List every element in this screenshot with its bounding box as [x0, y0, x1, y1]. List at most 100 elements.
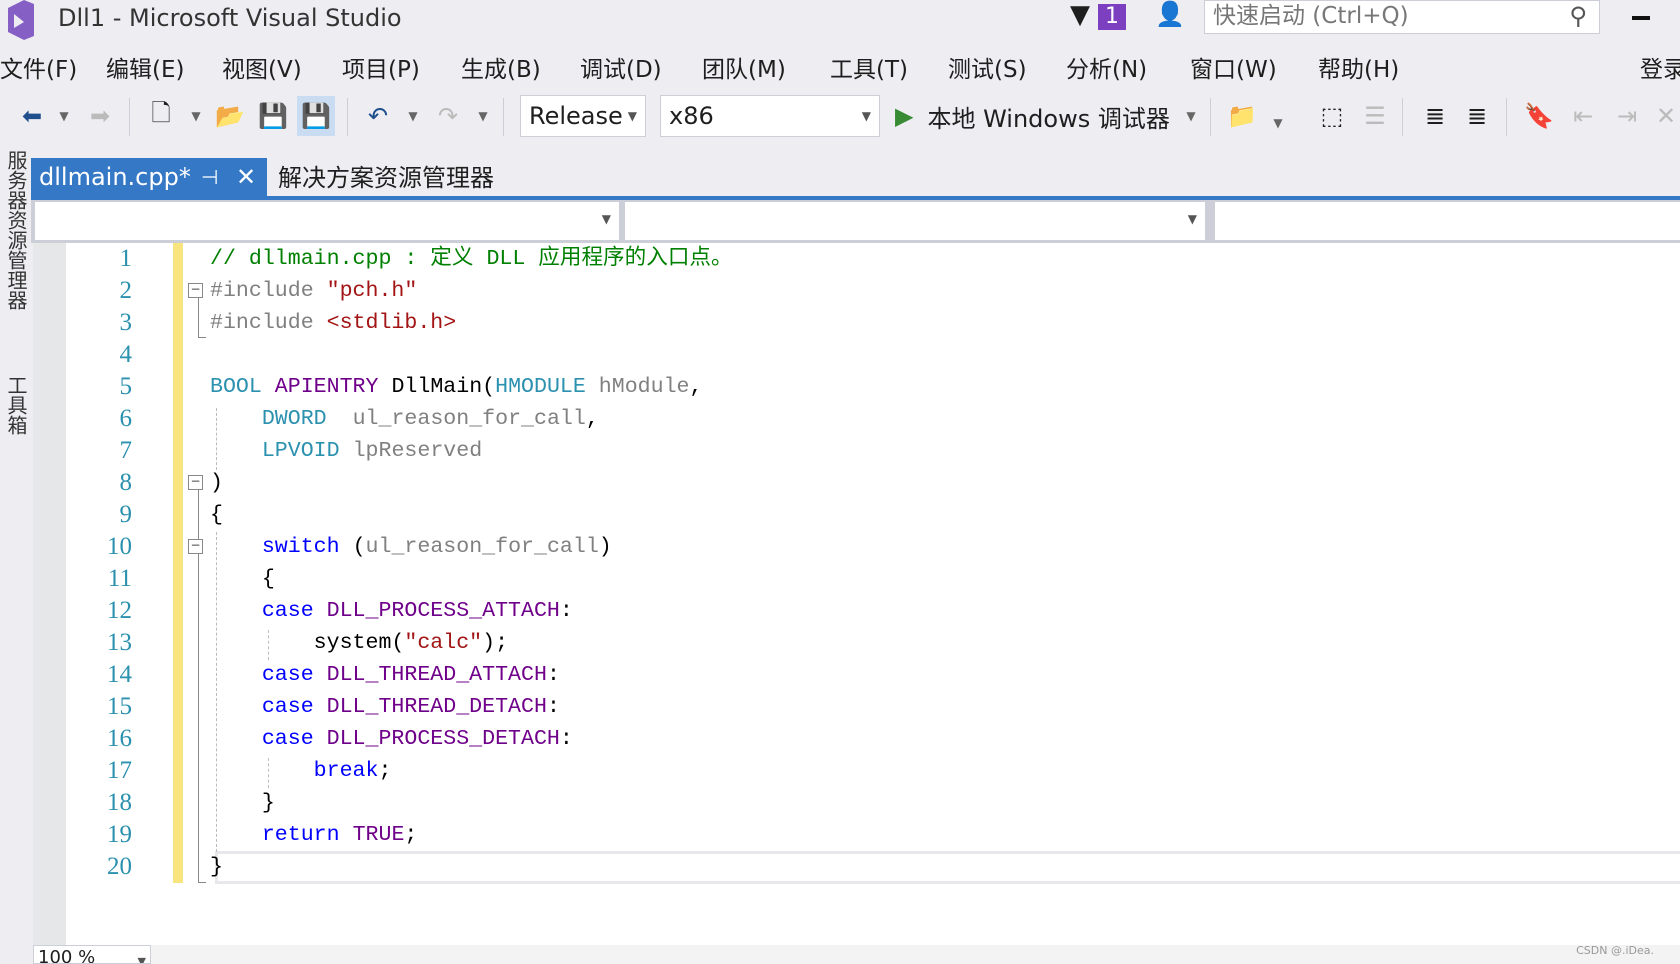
menu-file[interactable]: 文件(F) — [0, 50, 77, 84]
pin-icon[interactable]: ⊣ — [201, 158, 218, 196]
clear-bookmarks-icon[interactable]: ✕ — [1652, 96, 1680, 136]
platform-select[interactable]: x86 ▼ — [660, 95, 880, 137]
close-icon[interactable]: ✕ — [236, 158, 256, 196]
configuration-select[interactable]: Release ▼ — [520, 95, 646, 137]
uncomment-lines-icon[interactable]: ≣ — [1460, 96, 1494, 136]
back-dropdown-icon[interactable]: ▼ — [56, 96, 72, 136]
feedback-icon[interactable]: 👤 — [1155, 0, 1185, 28]
code-token: return — [261, 823, 353, 847]
overflow-dropdown-icon[interactable]: ▼ — [1270, 96, 1286, 136]
code-line[interactable]: switch (ul_reason_for_call) — [210, 531, 612, 563]
code-line[interactable]: } — [210, 787, 275, 819]
toolbar-separator — [1210, 98, 1211, 136]
code-line[interactable]: LPVOID lpReserved — [210, 435, 482, 467]
code-token: : — [559, 599, 573, 623]
save-all-icon[interactable]: 💾 — [297, 96, 335, 136]
extra-dropdown[interactable] — [1215, 202, 1680, 240]
code-line[interactable]: DWORD ul_reason_for_call, — [210, 403, 599, 435]
toolbar-separator — [129, 98, 130, 136]
code-token: DLL_PROCESS_ATTACH — [326, 599, 560, 623]
code-token: ul_reason_for_call — [352, 407, 586, 431]
collapse-icon[interactable]: − — [188, 539, 203, 554]
code-line[interactable]: return TRUE; — [210, 819, 418, 851]
quick-launch-search[interactable]: 快速启动 (Ctrl+Q) ⚲ — [1204, 0, 1600, 34]
code-line[interactable]: case DLL_THREAD_DETACH: — [210, 691, 560, 723]
find-in-files-icon[interactable]: 📁 — [1225, 96, 1259, 136]
undo-icon[interactable]: ↶ — [360, 96, 396, 136]
code-line[interactable]: #include "pch.h" — [210, 275, 417, 307]
play-icon: ▶ — [895, 102, 914, 130]
tab-dllmain-cpp[interactable]: dllmain.cpp* ⊣ ✕ — [31, 158, 267, 196]
navigation-bar: ▼ ▼ — [31, 200, 1680, 243]
horizontal-scrollbar[interactable] — [151, 945, 1680, 964]
signin-link[interactable]: 登录 — [1640, 50, 1680, 84]
scope-dropdown[interactable]: ▼ — [35, 202, 619, 240]
search-icon[interactable]: ⚲ — [1569, 1, 1587, 31]
collapse-icon[interactable]: − — [188, 475, 203, 490]
menu-team[interactable]: 团队(M) — [702, 50, 786, 84]
redo-dropdown-icon[interactable]: ▼ — [475, 96, 491, 136]
menu-analyze[interactable]: 分析(N) — [1066, 50, 1147, 84]
code-token: BOOL — [210, 375, 275, 399]
comment-lines-icon[interactable]: ≣ — [1418, 96, 1452, 136]
start-debugging-button[interactable]: ▶ 本地 Windows 调试器 — [895, 96, 1195, 136]
new-dropdown-icon[interactable]: ▼ — [188, 96, 204, 136]
select-element-icon[interactable]: ⬚ — [1315, 96, 1349, 136]
menu-build[interactable]: 生成(B) — [461, 50, 541, 84]
code-line[interactable]: ) — [210, 467, 223, 499]
next-bookmark-icon[interactable]: ⇥ — [1610, 96, 1644, 136]
code-token: "pch.h" — [326, 279, 418, 303]
forward-icon[interactable]: ➡ — [84, 96, 116, 136]
server-explorer-tab[interactable]: 服务器资源管理器 — [2, 150, 31, 310]
code-token: case — [261, 695, 327, 719]
line-number: 17 — [107, 757, 132, 784]
menu-view[interactable]: 视图(V) — [222, 50, 302, 84]
new-project-icon[interactable]: 🗋 — [145, 96, 177, 136]
code-token: ; — [378, 759, 392, 783]
code-line[interactable]: { — [210, 499, 223, 531]
side-panel-strip: 服务器资源管理器 工具箱 — [0, 150, 31, 964]
menu-help[interactable]: 帮助(H) — [1318, 50, 1399, 84]
code-token: ) — [210, 471, 223, 495]
bookmark-icon[interactable]: 🔖 — [1522, 96, 1556, 136]
menu-test[interactable]: 测试(S) — [948, 50, 1027, 84]
back-icon[interactable]: ⬅ — [16, 96, 48, 136]
tab-solution-explorer[interactable]: 解决方案资源管理器 — [278, 158, 494, 198]
code-line[interactable]: } — [210, 851, 223, 883]
save-icon[interactable]: 💾 — [257, 96, 289, 136]
menu-edit[interactable]: 编辑(E) — [106, 50, 184, 84]
undo-dropdown-icon[interactable]: ▼ — [405, 96, 421, 136]
line-number: 13 — [107, 629, 132, 656]
menu-tools[interactable]: 工具(T) — [830, 50, 908, 84]
previous-bookmark-icon[interactable]: ⇤ — [1566, 96, 1600, 136]
open-folder-icon[interactable]: 📂 — [212, 96, 248, 136]
code-line[interactable]: #include <stdlib.h> — [210, 307, 456, 339]
menu-window[interactable]: 窗口(W) — [1190, 50, 1277, 84]
debugger-dropdown-icon[interactable]: ▼ — [1183, 96, 1199, 136]
toolbox-tab[interactable]: 工具箱 — [2, 375, 31, 435]
code-line[interactable]: { — [210, 563, 275, 595]
code-token: ul_reason_for_call — [365, 535, 599, 559]
notification-badge[interactable]: 1 — [1098, 4, 1126, 30]
code-line[interactable]: // dllmain.cpp : 定义 DLL 应用程序的入口点。 — [210, 243, 733, 275]
member-dropdown[interactable]: ▼ — [625, 202, 1205, 240]
minimize-button[interactable] — [1632, 16, 1650, 20]
code-line[interactable]: BOOL APIENTRY DllMain(HMODULE hModule, — [210, 371, 702, 403]
code-line[interactable]: system("calc"); — [210, 627, 508, 659]
code-line[interactable]: case DLL_THREAD_ATTACH: — [210, 659, 560, 691]
redo-icon[interactable]: ↷ — [430, 96, 466, 136]
code-line[interactable]: case DLL_PROCESS_ATTACH: — [210, 595, 573, 627]
outline-icon[interactable]: ☰ — [1358, 96, 1392, 136]
menu-project[interactable]: 项目(P) — [342, 50, 420, 84]
collapse-icon[interactable]: − — [188, 283, 203, 298]
line-number: 16 — [107, 725, 132, 752]
menu-debug[interactable]: 调试(D) — [580, 50, 662, 84]
zoom-level-select[interactable]: 100 % ▼ — [33, 945, 151, 964]
code-line[interactable]: case DLL_PROCESS_DETACH: — [210, 723, 573, 755]
code-line[interactable]: break; — [210, 755, 392, 787]
code-token: DllMain( — [391, 375, 496, 399]
filter-icon[interactable]: ▼ — [1070, 0, 1090, 30]
